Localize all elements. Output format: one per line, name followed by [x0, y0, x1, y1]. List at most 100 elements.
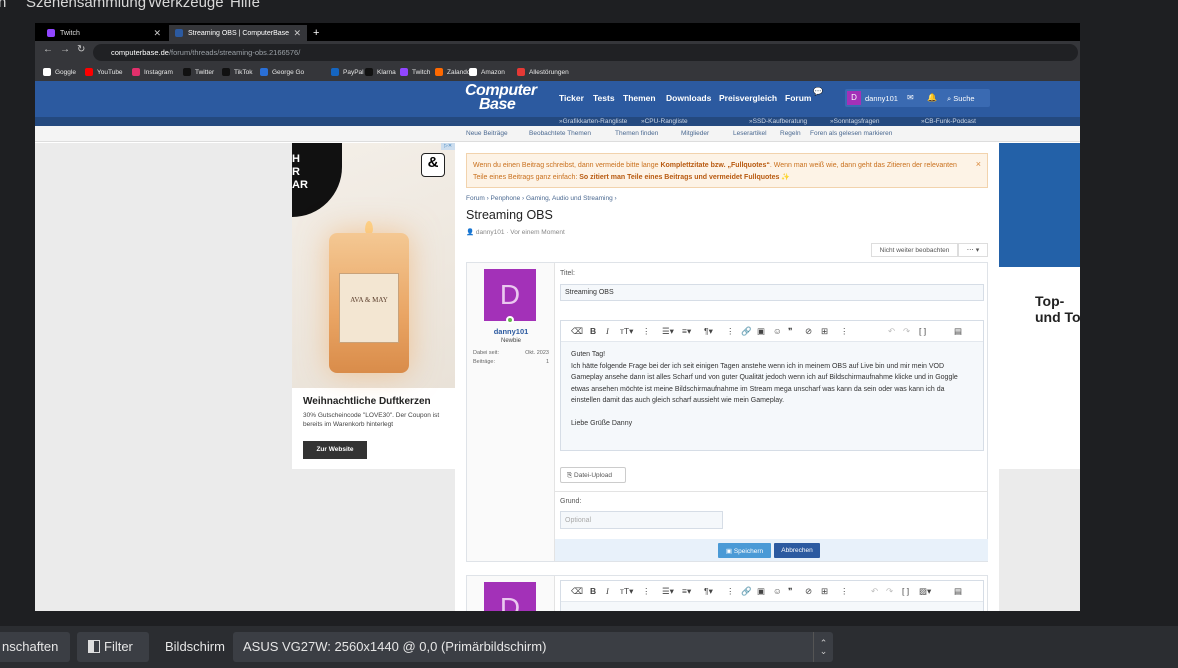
- redo-icon[interactable]: ↷: [903, 326, 910, 337]
- browser-tab-computerbase[interactable]: Streaming OBS | ComputerBase ✕: [169, 25, 307, 41]
- bookmark-item[interactable]: YouTube: [85, 68, 123, 76]
- eraser-icon[interactable]: ⌫: [571, 326, 583, 337]
- menu-item-tools[interactable]: Werkzeuge: [148, 0, 224, 11]
- more-icon[interactable]: ⋮: [642, 586, 651, 597]
- align-icon[interactable]: ≡▾: [682, 586, 691, 597]
- bbcode-icon[interactable]: [ ]: [919, 326, 926, 336]
- menu-item-scene-collection[interactable]: Szenensammlung: [26, 0, 146, 11]
- nav-tests[interactable]: Tests: [593, 93, 615, 103]
- list-icon[interactable]: ☰▾: [662, 326, 674, 337]
- forum-subnav-link[interactable]: Themen finden: [615, 130, 658, 137]
- bold-icon[interactable]: B: [590, 326, 596, 336]
- bookmark-item[interactable]: Instagram: [132, 68, 173, 76]
- image-icon[interactable]: ▣: [757, 326, 765, 337]
- undo-icon[interactable]: ↶: [888, 326, 895, 337]
- breadcrumb[interactable]: Forum › Penphone › Gaming, Audio und Str…: [466, 195, 617, 202]
- paragraph-icon[interactable]: ¶▾: [704, 326, 713, 337]
- forum-subnav-link[interactable]: Neue Beiträge: [466, 130, 508, 137]
- subnav-link[interactable]: »CPU-Rangliste: [641, 118, 688, 125]
- redo-icon[interactable]: ↷: [886, 586, 893, 597]
- image-icon[interactable]: ▣: [757, 586, 765, 597]
- computerbase-logo[interactable]: Computer Base: [465, 83, 537, 113]
- forum-subnav-link[interactable]: Foren als gelesen markieren: [810, 130, 892, 137]
- file-upload-button[interactable]: ⎘ Datei-Upload: [560, 467, 626, 483]
- title-input[interactable]: Streaming OBS: [560, 284, 984, 301]
- close-icon[interactable]: ×: [976, 158, 981, 170]
- properties-button[interactable]: nschaften: [0, 632, 70, 662]
- close-icon[interactable]: ✕: [153, 28, 161, 39]
- link-icon[interactable]: 🔗: [741, 326, 752, 337]
- bbcode-icon[interactable]: [ ]: [902, 586, 909, 596]
- display-select[interactable]: ASUS VG27W: 2560x1440 @ 0,0 (Primärbilds…: [233, 632, 833, 662]
- nav-downloads[interactable]: Downloads: [666, 93, 711, 103]
- reload-icon[interactable]: ↻: [77, 44, 85, 55]
- quote-icon[interactable]: ❞: [788, 586, 793, 597]
- search-button[interactable]: ⌕ Suche: [947, 94, 975, 104]
- notice-link[interactable]: So zitiert man Teile eines Beitrags und …: [579, 174, 790, 181]
- save-button[interactable]: ▣ Speichern: [718, 543, 771, 558]
- undo-icon[interactable]: ↶: [871, 586, 878, 597]
- nav-themen[interactable]: Themen: [623, 93, 656, 103]
- url-input[interactable]: computerbase.de/forum/threads/streaming-…: [93, 44, 1078, 61]
- avatar[interactable]: D: [484, 269, 536, 321]
- nav-ticker[interactable]: Ticker: [559, 93, 584, 103]
- right-advertisement[interactable]: Top- und To: [999, 143, 1080, 469]
- spoiler-icon[interactable]: ⊘: [805, 586, 812, 597]
- bookmark-item[interactable]: Zalando: [435, 68, 471, 76]
- browser-tab-twitch[interactable]: Twitch ✕: [41, 25, 167, 41]
- more-icon[interactable]: ⋮: [726, 586, 735, 597]
- nav-forum[interactable]: Forum: [785, 93, 811, 103]
- bookmark-item[interactable]: PayPal: [331, 68, 364, 76]
- obs-preview[interactable]: Twitch ✕ Streaming OBS | ComputerBase ✕ …: [35, 23, 1080, 611]
- forward-icon[interactable]: →: [60, 44, 70, 55]
- cancel-button[interactable]: Abbrechen: [774, 543, 820, 558]
- preview-icon[interactable]: ▤: [954, 586, 962, 597]
- post-username[interactable]: danny101: [467, 327, 555, 336]
- subnav-link[interactable]: »CB-Funk-Podcast: [921, 118, 976, 125]
- italic-icon[interactable]: I: [606, 586, 609, 596]
- more-icon[interactable]: ⋮: [642, 326, 651, 337]
- more-icon[interactable]: ⋮: [840, 326, 849, 337]
- table-icon[interactable]: ⊞: [821, 326, 828, 337]
- reason-input[interactable]: Optional: [560, 511, 723, 529]
- subnav-link[interactable]: »SSD-Kaufberatung: [749, 118, 807, 125]
- more-icon[interactable]: ⋮: [840, 586, 849, 597]
- adchoices-icon[interactable]: ▷✕: [441, 143, 455, 150]
- new-tab-button[interactable]: +: [307, 25, 323, 41]
- bookmark-item[interactable]: Allestörungen: [517, 68, 569, 76]
- more-options-button[interactable]: ⋯ ▾: [958, 243, 988, 257]
- bookmark-item[interactable]: Klarna: [365, 68, 396, 76]
- bookmark-item[interactable]: Amazon: [469, 68, 505, 76]
- menu-item-help[interactable]: Hilfe: [230, 0, 260, 11]
- subnav-link[interactable]: »Grafikkarten-Rangliste: [559, 118, 627, 125]
- subnav-link[interactable]: »Sonntagsfragen: [830, 118, 880, 125]
- back-icon[interactable]: ←: [43, 44, 53, 55]
- more-icon[interactable]: ⋮: [726, 326, 735, 337]
- eraser-icon[interactable]: ⌫: [571, 586, 583, 597]
- nav-preisvergleich[interactable]: Preisvergleich: [719, 93, 777, 103]
- ad-cta-button[interactable]: Zur Website: [303, 441, 367, 459]
- message-body[interactable]: Guten Tag! Ich hätte folgende Frage bei …: [571, 349, 976, 430]
- mail-icon[interactable]: ✉: [907, 93, 914, 102]
- bookmark-item[interactable]: TikTok: [222, 68, 253, 76]
- table-icon[interactable]: ⊞: [821, 586, 828, 597]
- smiley-icon[interactable]: ☺: [773, 326, 782, 336]
- bookmark-item[interactable]: Goggle: [43, 68, 76, 76]
- user-menu[interactable]: D danny101 ✉ 🔔 ⌕ Suche: [845, 89, 990, 107]
- bookmark-item[interactable]: Twitter: [183, 68, 214, 76]
- forum-subnav-link[interactable]: Leserartikel: [733, 130, 767, 137]
- link-icon[interactable]: 🔗: [741, 586, 752, 597]
- smiley-icon[interactable]: ☺: [773, 586, 782, 596]
- message-editor[interactable]: ⌫ B I тT▾ ⋮ ☰▾ ≡▾ ¶▾ ⋮ 🔗 ▣ ☺ ❞ ⊘ ⊞ ⋮ ↶ ↷…: [560, 320, 984, 451]
- font-size-icon[interactable]: тT▾: [620, 326, 633, 337]
- menu-item[interactable]: n: [0, 0, 6, 11]
- quote-icon[interactable]: ❞: [788, 326, 793, 337]
- forum-subnav-link[interactable]: Beobachtete Themen: [529, 130, 591, 137]
- spoiler-icon[interactable]: ⊘: [805, 326, 812, 337]
- paragraph-icon[interactable]: ¶▾: [704, 586, 713, 597]
- bold-icon[interactable]: B: [590, 586, 596, 596]
- draft-icon[interactable]: ▨▾: [919, 586, 931, 597]
- filter-button[interactable]: Filter: [77, 632, 149, 662]
- advertisement[interactable]: H R AR & AVA & MAY ▷✕ Weihnachtliche Duf…: [292, 143, 455, 469]
- preview-icon[interactable]: ▤: [954, 326, 962, 337]
